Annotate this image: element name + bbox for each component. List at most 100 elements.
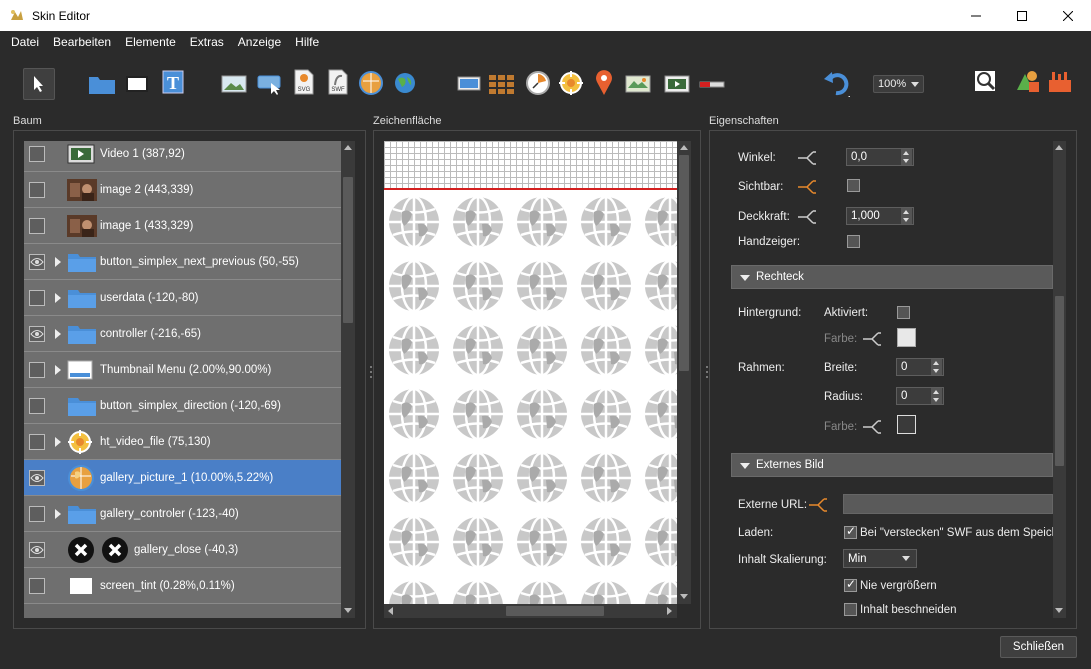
expand-arrow-icon[interactable]	[55, 256, 61, 267]
canvas-globe-image[interactable]	[452, 515, 504, 569]
canvas-globe-image[interactable]	[580, 323, 632, 377]
canvas-globe-image[interactable]	[644, 579, 677, 604]
scroll-down-icon[interactable]	[343, 607, 353, 615]
menu-datei[interactable]: Datei	[4, 35, 46, 49]
spin-down-icon[interactable]	[931, 367, 942, 375]
tree-row[interactable]: image 2 (443,339)	[24, 172, 341, 208]
spin-down-icon[interactable]	[901, 157, 912, 165]
map-tool-button[interactable]	[391, 69, 419, 97]
canvas-globe-image[interactable]	[580, 451, 632, 505]
tree-checkbox[interactable]	[29, 361, 45, 378]
canvas-globe-image[interactable]	[452, 323, 504, 377]
minimize-button[interactable]	[953, 0, 999, 31]
variables-button[interactable]	[1013, 68, 1041, 96]
select-tool-button[interactable]	[23, 68, 55, 100]
expand-arrow-icon[interactable]	[55, 436, 61, 447]
menu-elemente[interactable]: Elemente	[118, 35, 183, 49]
schliessen-button[interactable]: Schließen	[1000, 636, 1077, 658]
tree-row[interactable]: image 1 (433,329)	[24, 208, 341, 244]
canvas-globe-image[interactable]	[452, 195, 504, 249]
canvas-globe-image[interactable]	[644, 451, 677, 505]
cloner-tool-button[interactable]	[488, 70, 516, 98]
tree-checkbox[interactable]	[29, 397, 45, 414]
spin-up-icon[interactable]	[901, 149, 912, 157]
canvas-globe-image[interactable]	[516, 451, 568, 505]
spin-up-icon[interactable]	[901, 208, 912, 216]
properties-scrollbar[interactable]	[1053, 141, 1066, 618]
tree-checkbox[interactable]	[29, 181, 45, 198]
canvas-vscrollbar-thumb[interactable]	[679, 155, 689, 371]
container-tool-button[interactable]	[88, 70, 116, 98]
video-player-tool-button[interactable]	[663, 70, 691, 98]
spin-up-icon[interactable]	[931, 359, 942, 367]
link-icon[interactable]	[862, 331, 882, 347]
svg-tool-button[interactable]: SVG	[290, 68, 318, 96]
canvas-globe-image[interactable]	[388, 195, 440, 249]
expand-arrow-icon[interactable]	[55, 328, 61, 339]
menu-extras[interactable]: Extras	[183, 35, 231, 49]
menu-bearbeiten[interactable]: Bearbeiten	[46, 35, 118, 49]
actions-button[interactable]	[1046, 68, 1074, 96]
splitter-handle[interactable]	[370, 366, 372, 368]
sichtbar-checkbox[interactable]	[847, 179, 860, 192]
tree-checkbox[interactable]	[29, 505, 45, 522]
expand-arrow-icon[interactable]	[55, 292, 61, 303]
canvas-globe-image[interactable]	[644, 387, 677, 441]
hintergrund-aktiviert-checkbox[interactable]	[897, 306, 910, 319]
scroll-up-icon[interactable]	[679, 144, 689, 152]
video-tool-button[interactable]	[455, 70, 483, 98]
canvas-globe-image[interactable]	[516, 323, 568, 377]
canvas-vscrollbar[interactable]	[677, 141, 691, 604]
splitter-handle[interactable]	[706, 376, 708, 378]
breite-spinbox[interactable]: 0	[896, 358, 944, 376]
scroll-right-icon[interactable]	[666, 606, 674, 616]
tree-list[interactable]: Video 1 (387,92) image 2 (443,339) image 1…	[24, 141, 341, 618]
tree-row[interactable]: userdata (-120,-80)	[24, 280, 341, 316]
swf-tool-button[interactable]: SWF	[324, 68, 352, 96]
tree-checkbox[interactable]	[29, 577, 45, 594]
scroll-up-icon[interactable]	[343, 144, 353, 152]
image-tool-button[interactable]	[220, 70, 248, 98]
externe-url-input[interactable]	[843, 494, 1053, 514]
undo-button[interactable]	[822, 68, 850, 97]
tree-row[interactable]: screen_tint (0.28%,0.11%)	[24, 568, 341, 604]
progress-tool-button[interactable]	[698, 70, 726, 98]
tree-scrollbar-thumb[interactable]	[343, 177, 353, 323]
tree-checkbox[interactable]	[29, 433, 45, 450]
handzeiger-checkbox[interactable]	[847, 235, 860, 248]
rectangle-tool-button[interactable]	[123, 70, 151, 98]
canvas-globe-image[interactable]	[516, 195, 568, 249]
tree-checkbox[interactable]	[29, 217, 45, 234]
tree-checkbox[interactable]	[29, 145, 45, 162]
close-window-button[interactable]	[1045, 0, 1091, 31]
spin-up-icon[interactable]	[931, 388, 942, 396]
canvas-globe-image[interactable]	[388, 515, 440, 569]
canvas-globe-image[interactable]	[452, 259, 504, 313]
laden-checkbox[interactable]	[844, 524, 857, 539]
canvas-globe-image[interactable]	[516, 579, 568, 604]
canvas-globe-image[interactable]	[452, 451, 504, 505]
hintergrund-color-swatch[interactable]	[897, 328, 916, 347]
splitter-handle[interactable]	[370, 376, 372, 378]
canvas-globe-image[interactable]	[580, 259, 632, 313]
deckkraft-spinbox[interactable]: 1,000	[846, 207, 914, 225]
canvas-globe-image[interactable]	[580, 579, 632, 604]
nie-vergroessern-checkbox[interactable]	[844, 577, 857, 592]
tree-row[interactable]: gallery_picture_1 (10.00%,5.22%)	[24, 460, 341, 496]
text-tool-button[interactable]: T	[159, 68, 187, 96]
visibility-toggle[interactable]	[29, 253, 45, 270]
canvas-globe-image[interactable]	[516, 387, 568, 441]
button-tool-button[interactable]	[256, 70, 284, 98]
canvas-globe-image[interactable]	[516, 259, 568, 313]
canvas-globe-image[interactable]	[580, 515, 632, 569]
link-icon[interactable]	[797, 150, 817, 166]
canvas-globe-image[interactable]	[644, 195, 677, 249]
splitter-handle[interactable]	[706, 366, 708, 368]
canvas[interactable]	[384, 141, 677, 604]
section-externes-bild[interactable]: Externes Bild	[731, 453, 1053, 477]
tree-scrollbar[interactable]	[341, 141, 355, 618]
link-icon[interactable]	[797, 209, 817, 225]
canvas-globe-image[interactable]	[516, 515, 568, 569]
scroll-left-icon[interactable]	[387, 606, 395, 616]
radius-spinbox[interactable]: 0	[896, 387, 944, 405]
